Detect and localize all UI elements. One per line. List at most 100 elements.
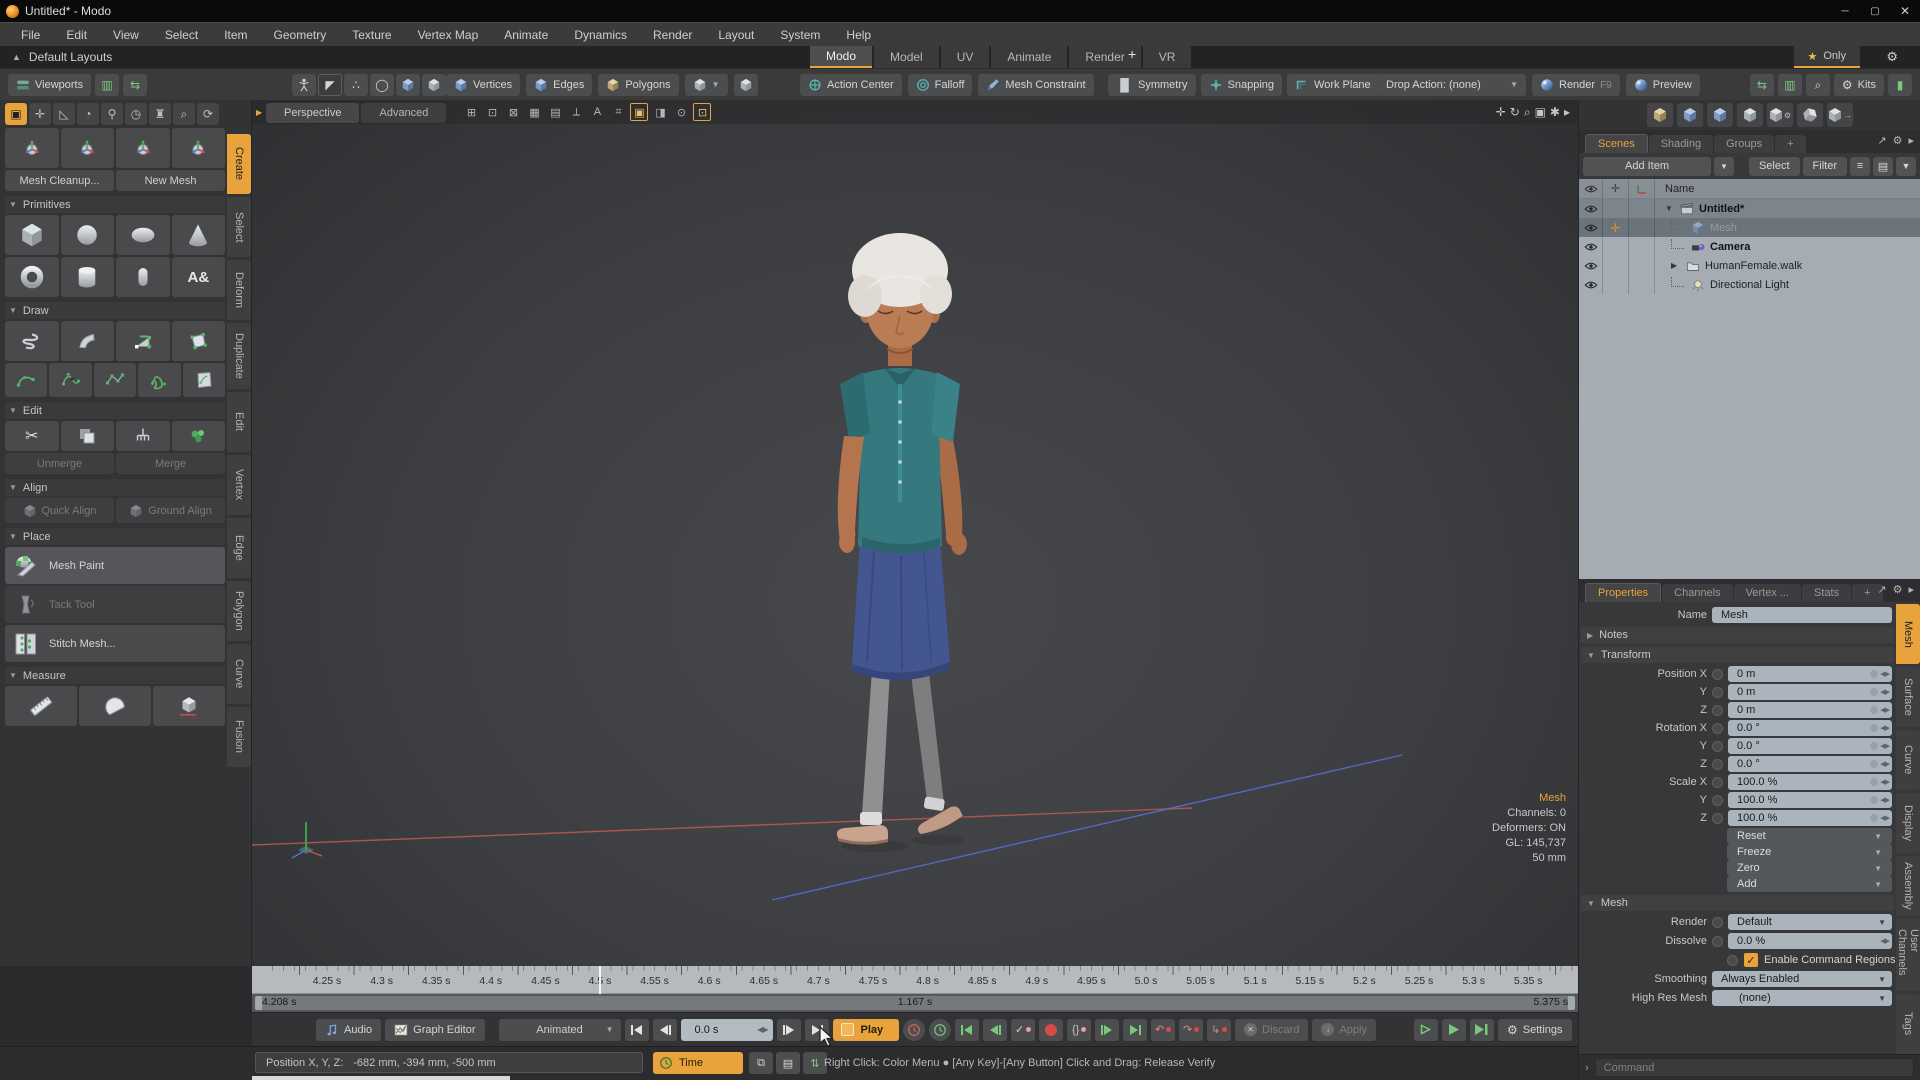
channel-dot[interactable] <box>1712 917 1723 928</box>
refresh-tool-icon[interactable]: ⟳ <box>197 103 219 125</box>
mesh-paint-tool[interactable]: Mesh Paint <box>5 547 225 584</box>
kit-panel-icon[interactable]: ▮ <box>1888 74 1912 96</box>
viewport-tab-perspective[interactable]: Perspective <box>266 103 359 123</box>
lasso-select-button[interactable]: ◯ <box>370 74 394 96</box>
edit-section-header[interactable]: ▼Edit <box>5 402 225 419</box>
time-tool-icon[interactable]: ◷ <box>125 103 147 125</box>
dissolve-field[interactable]: 0.0 %◀▶ <box>1728 933 1892 949</box>
transform-value-field[interactable]: 0 m◀▶ <box>1728 684 1892 700</box>
measure-section-header[interactable]: ▼Measure <box>5 667 225 684</box>
ground-plane-icon[interactable]: ▤ <box>546 103 564 121</box>
toolbox-tab[interactable]: Edge <box>227 518 251 578</box>
new-mesh-button[interactable]: New Mesh <box>116 170 225 191</box>
transform-section-header[interactable]: ▼Transform <box>1581 647 1894 663</box>
swap-layout-icon[interactable]: ⇆ <box>1750 74 1774 96</box>
tree-row-mesh[interactable]: ✛ Mesh <box>1579 218 1920 237</box>
transform-action-dropdown[interactable]: Freeze▼ <box>1727 844 1892 860</box>
step-key-back-button[interactable] <box>983 1019 1007 1041</box>
auto-select-button[interactable]: ◤ <box>318 74 342 96</box>
panel-gear-icon[interactable]: ⚙ <box>1893 134 1903 147</box>
kits-button[interactable]: ⚙Kits <box>1834 74 1884 96</box>
viewport-swap-button[interactable]: ⇆ <box>123 74 147 96</box>
maximize-button[interactable]: ▢ <box>1860 0 1890 22</box>
polygon-draw-tool[interactable] <box>172 321 226 361</box>
toolbox-tab[interactable]: Vertex <box>227 455 251 515</box>
time-mode-button[interactable]: Time <box>653 1052 743 1074</box>
transform-action-dropdown[interactable]: Reset▼ <box>1727 828 1892 844</box>
ruler-measure-tool[interactable] <box>5 686 77 726</box>
pen-polygon-tool[interactable] <box>116 321 170 361</box>
arc-curve-tool[interactable] <box>5 363 47 397</box>
menu-item[interactable]: Help <box>833 28 884 42</box>
previous-frame-button[interactable] <box>653 1019 677 1041</box>
channel-dot[interactable] <box>1727 955 1738 966</box>
align-section-header[interactable]: ▼Align <box>5 479 225 496</box>
panel-columns-icon[interactable]: ▥ <box>1778 74 1802 96</box>
only-toggle-button[interactable]: ★ Only <box>1794 46 1861 68</box>
select-tool-icon[interactable]: ◺ <box>53 103 75 125</box>
minimize-button[interactable]: ─ <box>1830 0 1860 22</box>
symmetry-button[interactable]: ▐▌Symmetry <box>1108 74 1196 96</box>
mode-dropdown[interactable]: ▼ <box>685 74 728 96</box>
search-tools-icon[interactable]: ⌕ <box>1806 74 1830 96</box>
layout-gear-icon[interactable]: ⚙ <box>1886 46 1898 68</box>
3d-viewport[interactable]: ▶ Perspective Advanced ⊞ ⊡ ⊠ ▦ ▤ ⟂ A ⌗ ▣… <box>252 100 1578 966</box>
sculpt-tool-icon[interactable]: ⚲ <box>101 103 123 125</box>
unmerge-button[interactable]: Unmerge <box>5 453 114 474</box>
wireframe-toggle-icon[interactable]: ⊠ <box>504 103 522 121</box>
popout-icon[interactable]: ↗ <box>1877 583 1886 596</box>
animation-mode-dropdown[interactable]: Animated▼ <box>499 1019 621 1041</box>
toolbox-tab[interactable]: Select <box>227 197 251 257</box>
go-to-start-button[interactable] <box>625 1019 649 1041</box>
annotation-icon[interactable]: A <box>588 103 606 121</box>
mesh-item-icon[interactable] <box>1677 103 1703 127</box>
active-preview-icon[interactable]: ⊡ <box>693 103 711 121</box>
list-options-icon[interactable]: ≡ <box>1850 157 1870 176</box>
high-res-mesh-dropdown[interactable]: (none)▼ <box>1712 990 1892 1006</box>
rows-icon[interactable]: ▤ <box>776 1052 800 1074</box>
name-column-header[interactable]: Name <box>1655 183 1920 195</box>
workspace-tab[interactable]: UV <box>941 46 990 68</box>
menu-item[interactable]: Vertex Map <box>405 28 492 42</box>
name-field[interactable]: Mesh <box>1712 607 1892 623</box>
weld-tool[interactable] <box>172 421 226 451</box>
bracket-key-icon[interactable]: {} <box>1067 1019 1091 1041</box>
torus-primitive-tool[interactable] <box>5 257 59 297</box>
toolbox-tab[interactable]: Deform <box>227 260 251 320</box>
drop-action-dropdown[interactable]: Drop Action: (none)▼ <box>1378 74 1526 96</box>
orbit-icon[interactable]: ↻ <box>1510 105 1520 120</box>
cube-primitive-tool[interactable] <box>5 215 59 255</box>
center-select-cube-button[interactable] <box>422 74 446 96</box>
patch-draw-tool[interactable] <box>61 321 115 361</box>
panel-gear-icon[interactable]: ⚙ <box>1893 583 1903 596</box>
cylinder-primitive-tool[interactable] <box>61 257 115 297</box>
shading-grid-icon[interactable]: ▦ <box>525 103 543 121</box>
active-overlay-icon[interactable]: ▣ <box>630 103 648 121</box>
toolbox-tab[interactable]: Fusion <box>227 707 251 767</box>
bspline-curve-tool[interactable] <box>138 363 180 397</box>
channel-dot[interactable] <box>1712 777 1723 788</box>
viewport-expand-icon[interactable]: ▸ <box>1564 105 1570 120</box>
properties-side-tab[interactable]: Curve <box>1896 730 1920 790</box>
workspace-tab[interactable]: Model <box>874 46 939 68</box>
helix-draw-tool[interactable] <box>5 321 59 361</box>
cut-tool[interactable]: ✂ <box>5 421 59 451</box>
play-preview-button[interactable] <box>1442 1019 1466 1041</box>
tab-channels[interactable]: Channels <box>1662 584 1732 602</box>
grid-quad-icon[interactable]: ⊞ <box>462 103 480 121</box>
menu-item[interactable]: Layout <box>705 28 767 42</box>
toolbox-tab[interactable]: Duplicate <box>227 323 251 389</box>
draw-section-header[interactable]: ▼Draw <box>5 302 225 319</box>
properties-side-tab[interactable]: Tags <box>1896 994 1920 1054</box>
channel-dot[interactable] <box>1712 687 1723 698</box>
expand-caret-icon[interactable]: ▶ <box>1671 261 1681 270</box>
grid-single-icon[interactable]: ⊡ <box>483 103 501 121</box>
filter-button[interactable]: Filter <box>1803 157 1847 176</box>
transform-value-field[interactable]: 100.0 %◀▶ <box>1728 810 1892 826</box>
playback-settings-button[interactable]: ⚙Settings <box>1498 1019 1572 1041</box>
tree-row-directional-light[interactable]: Directional Light <box>1579 275 1920 294</box>
command-expand-icon[interactable]: › <box>1585 1062 1589 1074</box>
popout-icon[interactable]: ↗ <box>1877 134 1886 147</box>
redo-action-icon[interactable]: ↷ <box>1179 1019 1203 1041</box>
render-dropdown[interactable]: Default▼ <box>1728 914 1892 930</box>
